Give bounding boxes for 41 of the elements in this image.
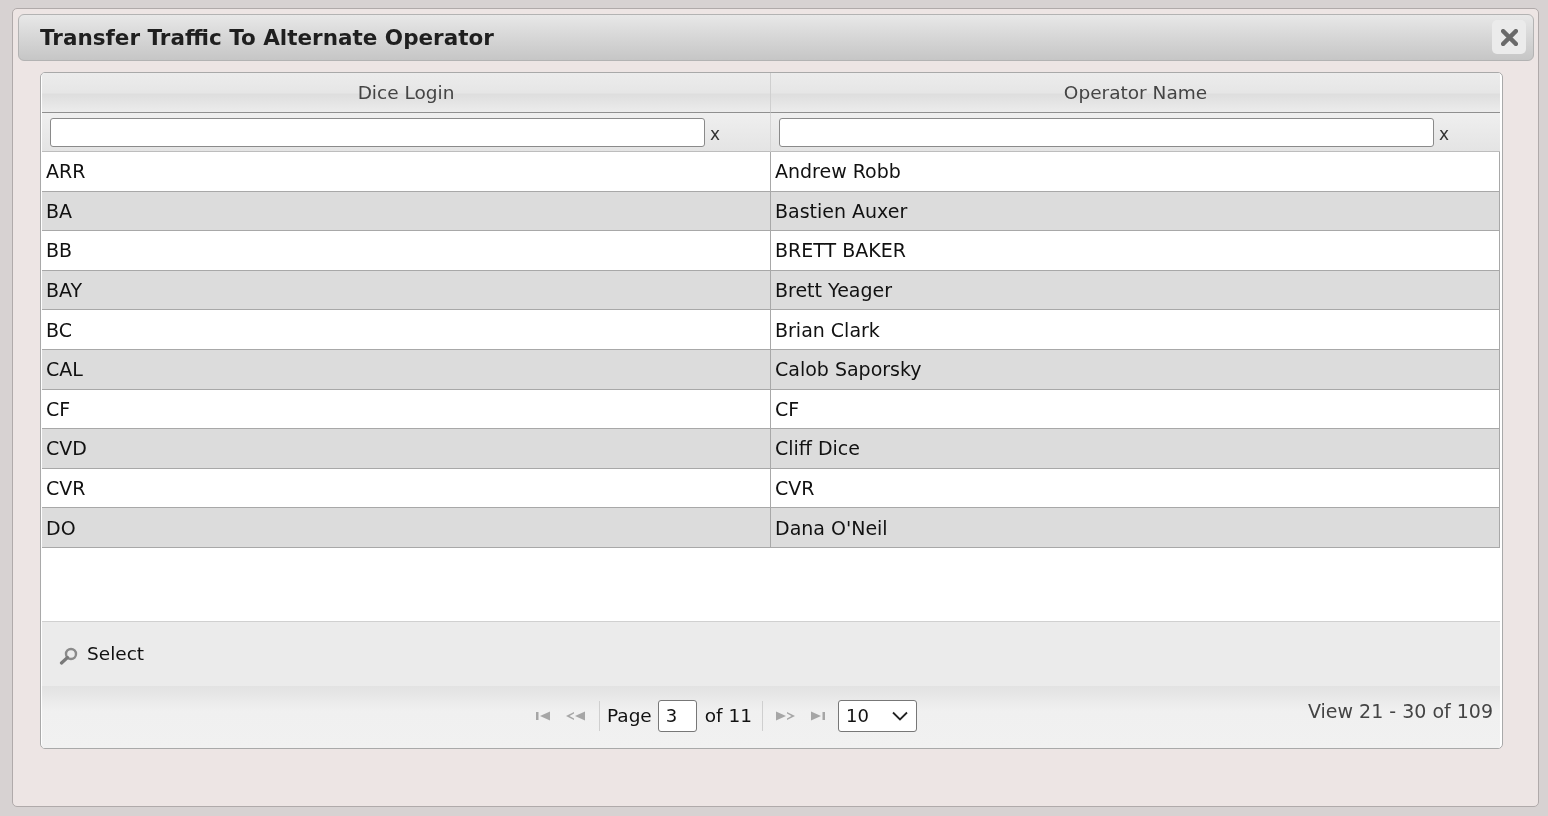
table-cell-text: Brett Yeager [774, 278, 894, 304]
clear-filter-button[interactable]: x [1434, 126, 1450, 143]
record-summary: View 21 - 30 of 109 [1307, 699, 1493, 722]
table-cell-text: Calob Saporsky [774, 357, 923, 383]
close-button[interactable] [1492, 20, 1526, 54]
table-cell-text: Andrew Robb [774, 159, 902, 185]
table-cell: BC [42, 310, 771, 349]
dialog-title: Transfer Traffic To Alternate Operator [40, 25, 494, 50]
table-cell-text: Dana O'Neil [774, 515, 889, 541]
table-cell: CVR [42, 468, 771, 508]
table-cell-text: Cliff Dice [774, 436, 861, 462]
table-cell: BB [42, 231, 771, 270]
table-cell: ARR [42, 152, 771, 191]
last-page-icon[interactable] [808, 709, 827, 722]
table-cell: DO [42, 508, 771, 547]
table-cell-text: BRETT BAKER [774, 238, 907, 264]
first-page-icon[interactable] [534, 709, 553, 722]
table-cell-text: CVR [774, 476, 816, 502]
table-cell-text: Bastien Auxer [774, 198, 909, 224]
previous-page-icon[interactable] [564, 709, 587, 722]
table-cell: CAL [42, 349, 771, 389]
table-cell-text: CF [774, 396, 801, 422]
page-size-select[interactable]: 10 [838, 699, 918, 732]
table-cell-text: Brian Clark [774, 317, 881, 343]
table-cell: CF [42, 389, 771, 429]
page-label: Page [606, 705, 652, 727]
page-input[interactable]: 3 [657, 699, 697, 732]
column-header[interactable]: Dice Login [357, 82, 455, 103]
filter-field[interactable] [50, 117, 705, 147]
clear-filter-button[interactable]: x [705, 126, 721, 143]
next-page-icon[interactable] [774, 709, 797, 722]
table-cell: BA [42, 191, 771, 231]
table-cell: BAY [42, 270, 771, 310]
chevron-down-icon [892, 710, 909, 721]
filter-field[interactable] [779, 117, 1434, 147]
select-button[interactable]: Select [59, 642, 145, 666]
table-cell: CVD [42, 429, 771, 468]
search-icon [59, 647, 79, 666]
column-header[interactable]: Operator Name [1063, 82, 1208, 103]
close-icon [1500, 28, 1518, 46]
page-count: of 11 [704, 705, 753, 727]
